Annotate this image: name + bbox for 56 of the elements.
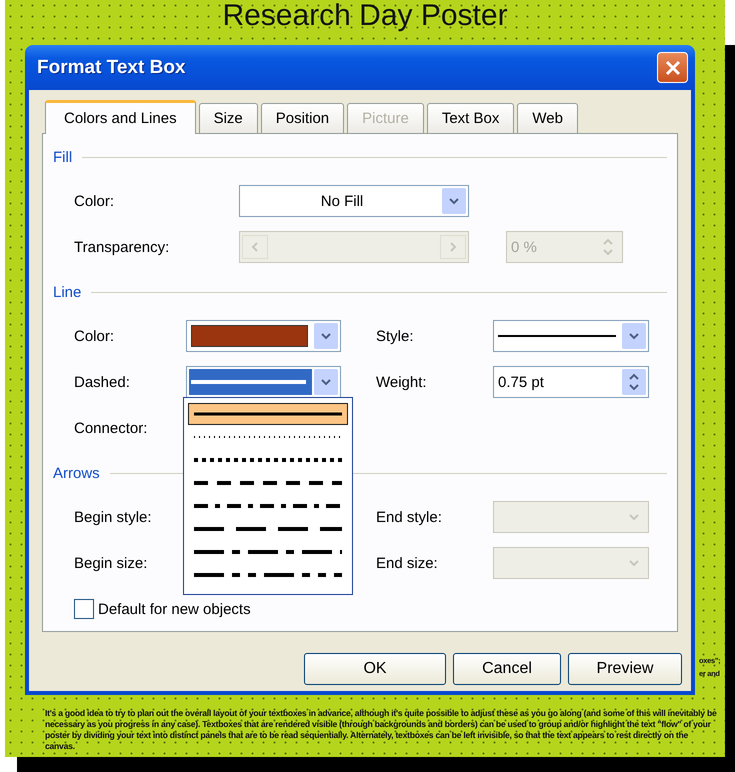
spin-arrows-icon: [629, 372, 639, 392]
poster-paragraph: It's a good idea to try to plan out the overall layout of your textboxes in advance, although it's quite possible to adjust these as you go along (and some of this will inevitably be necessary as you progress in any case). Textboxes that are rendered visible (through backgrounds and borders) can be used to group and/or highlight the text "flow" of your poster by dividing your text into distinct panels that are to be read sequentially. Alternately, textboxes can be left invisible, so that the text appears to rest directly on the canvas.: [44, 708, 718, 753]
dash-line-icon: [194, 457, 342, 463]
dialog-button[interactable]: Cancel: [453, 653, 561, 685]
spinner-value: 0 %: [510, 238, 538, 256]
caret-icon: [629, 332, 639, 340]
dash-line-icon: [194, 526, 342, 532]
color-dropdown[interactable]: [186, 320, 341, 352]
section-heading: Arrows: [53, 464, 100, 482]
section-heading: Line: [53, 284, 82, 300]
field-label: Connector:: [74, 420, 148, 436]
tab[interactable]: Text Box: [426, 103, 514, 133]
caret-icon: [629, 514, 639, 520]
field-label: Begin size:: [74, 554, 148, 572]
dash-line-icon: [194, 411, 342, 417]
caret-icon: [629, 560, 639, 566]
section-heading: Fill: [53, 148, 72, 166]
field-label: Color:: [74, 192, 116, 210]
field-label: Style:: [376, 328, 415, 344]
tab[interactable]: Position: [260, 103, 344, 133]
tab[interactable]: Size: [198, 103, 258, 133]
dropdown[interactable]: No Fill: [239, 185, 469, 217]
close-icon: [664, 60, 680, 76]
spin-arrows-icon: [603, 237, 613, 257]
spinner-value: 0.75 pt: [497, 374, 545, 390]
caret-icon: [321, 332, 331, 340]
caret-icon: [449, 198, 459, 204]
dash-line-icon: [194, 572, 342, 578]
poster-title: Research Day Poster: [222, 0, 508, 32]
number-spinner[interactable]: 0.75 pt: [493, 366, 649, 398]
close-button[interactable]: [657, 52, 688, 83]
dash-line-icon: [194, 480, 342, 486]
checkbox-label: Default for new objects: [98, 600, 251, 618]
caret-icon: [321, 378, 331, 386]
dialog-button[interactable]: Preview: [568, 653, 682, 685]
tab[interactable]: Web: [517, 103, 578, 133]
tab[interactable]: Colors and Lines: [45, 100, 196, 134]
field-label: Color:: [74, 328, 116, 344]
field-label: Transparency:: [74, 238, 170, 256]
line-sample-icon: [189, 379, 306, 385]
field-label: End style:: [376, 508, 443, 526]
window-title: Format Text Box: [37, 56, 186, 78]
checkbox[interactable]: [74, 599, 94, 619]
line-dropdown[interactable]: [186, 366, 341, 398]
line-dropdown[interactable]: [493, 320, 649, 352]
dialog-button[interactable]: OK: [304, 653, 446, 685]
dash-line-icon: [194, 434, 342, 440]
dash-line-icon: [194, 549, 342, 555]
field-label: Dashed:: [74, 374, 131, 390]
field-label: Weight:: [376, 374, 428, 390]
field-label: End size:: [376, 554, 439, 572]
line-sample-icon: [496, 333, 616, 339]
dropdown-value: No Fill: [320, 192, 364, 210]
field-label: Begin style:: [74, 508, 153, 526]
dash-line-icon: [194, 503, 342, 509]
dash-style-option[interactable]: [188, 403, 348, 425]
